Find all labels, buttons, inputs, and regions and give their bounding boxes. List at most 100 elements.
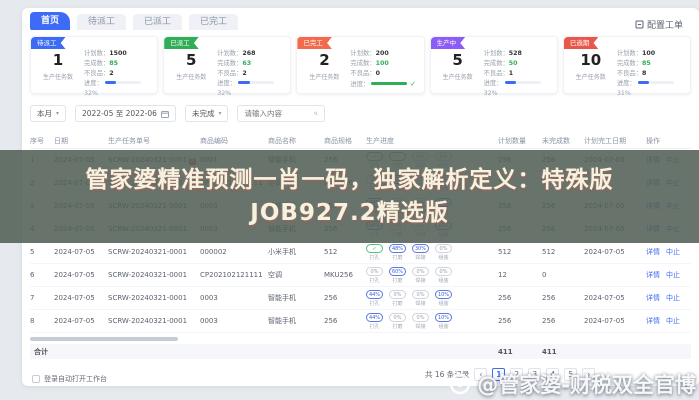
- column-header: 计划数量: [498, 136, 542, 146]
- progress-percent: 31%: [617, 90, 631, 97]
- stat-card-count-label: 生产任务数: [432, 72, 484, 81]
- status-select[interactable]: 未完成 ▾: [185, 105, 229, 122]
- total-unfinished-qty: 411: [542, 348, 584, 356]
- progress-percent: 32%: [84, 90, 98, 97]
- stat-card-count-label: 生产任务数: [565, 72, 617, 81]
- progress-step-badge: ✓: [366, 244, 383, 253]
- cell-no: 8: [30, 317, 54, 325]
- cell-progress: 44%打孔0%打磨0%焊接10%组装: [366, 313, 498, 330]
- cell-product-spec: 256: [324, 317, 366, 325]
- tab-0[interactable]: 首页: [30, 12, 70, 30]
- stat-card-count-label: 生产任务数: [298, 72, 350, 81]
- stat-line-value: 85: [642, 60, 651, 67]
- table-row: 62024-07-05SCRW-20240321-0001CP202102121…: [30, 264, 691, 287]
- cell-product-spec: 512: [324, 248, 366, 256]
- cell-product-code: 0003: [200, 317, 268, 325]
- stat-line: 计划数：200: [350, 49, 420, 59]
- stat-progress-line: 进度： 32%: [84, 79, 154, 99]
- detail-link[interactable]: 详情: [646, 271, 660, 279]
- progress-step-label: 打磨: [389, 323, 406, 330]
- column-header: 计划完工日期: [584, 136, 646, 146]
- stat-line-label: 计划数：: [350, 50, 375, 57]
- stat-line-value: 100: [376, 60, 389, 67]
- cell-product-name: 智能手机: [268, 316, 324, 326]
- stat-line: 完成数：63: [217, 59, 287, 69]
- auto-open-checkbox[interactable]: [32, 375, 40, 383]
- abort-link[interactable]: 中止: [666, 248, 680, 256]
- cell-product-spec: MKU256: [324, 271, 366, 279]
- stat-card-count-block: 1生产任务数: [32, 51, 84, 90]
- progress-step: 0%组装: [435, 267, 452, 284]
- abort-link[interactable]: 中止: [666, 294, 680, 302]
- progress-step-badge: 10%: [435, 313, 452, 322]
- progress-step: 0%打磨: [389, 313, 406, 330]
- progress-step: 44%打孔: [366, 313, 383, 330]
- column-header: 商品编码: [200, 136, 268, 146]
- column-header: 商品规格: [324, 136, 366, 146]
- stat-line-label: 进度：: [84, 80, 103, 87]
- cell-no: 6: [30, 271, 54, 279]
- progress-step-badge: 48%: [389, 244, 406, 253]
- total-plan-qty: 411: [498, 348, 542, 356]
- cell-progress: ✓打孔48%打磨30%焊接0%组装: [366, 244, 498, 261]
- progress-step: 0%焊接: [412, 313, 429, 330]
- config-order-label: 配置工单: [647, 18, 683, 31]
- cell-product-name: 智能手机: [268, 293, 324, 303]
- tab-bar: 首页待派工已派工已完工: [30, 12, 238, 30]
- stat-card-count: 1: [32, 51, 84, 69]
- detail-link[interactable]: 详情: [646, 248, 660, 256]
- progress-step-badge: 0%: [389, 313, 406, 322]
- stat-line-label: 进度：: [350, 81, 369, 88]
- progress-step-badge: 10%: [435, 290, 452, 299]
- config-order-button[interactable]: 配置工单: [635, 18, 683, 31]
- detail-link[interactable]: 详情: [646, 294, 660, 302]
- stat-line-label: 计划数：: [617, 50, 642, 57]
- stat-line: 不良品：8: [617, 69, 687, 79]
- progress-step: 10%组装: [435, 313, 452, 330]
- stat-line-value: 85: [109, 60, 118, 67]
- progress-step-badge: 0%: [412, 313, 429, 322]
- progress-step-badge: 30%: [412, 244, 429, 253]
- stat-line-value: 528: [509, 50, 522, 57]
- stat-line-value: 200: [376, 50, 389, 57]
- abort-link[interactable]: 中止: [666, 271, 680, 279]
- progress-step-label: 焊接: [412, 323, 429, 330]
- progress-bar-fill: [371, 82, 407, 85]
- progress-step: 0%组装: [435, 244, 452, 261]
- horizontal-scrollbar-thumb[interactable]: [30, 337, 178, 341]
- progress-bar: [638, 81, 674, 84]
- date-range-picker[interactable]: 2022-05 至 2022-06: [75, 105, 176, 122]
- search-icon[interactable]: [314, 109, 318, 118]
- tab-3[interactable]: 已完工: [189, 14, 238, 30]
- detail-link[interactable]: 详情: [646, 317, 660, 325]
- stat-card-count-block: 5生产任务数: [165, 51, 217, 90]
- cell-product-name: 小米手机: [268, 247, 324, 257]
- progress-step-label: 焊接: [412, 277, 429, 284]
- abort-link[interactable]: 中止: [666, 317, 680, 325]
- progress-step-label: 打孔: [366, 254, 383, 261]
- cell-date: 2024-07-05: [54, 294, 108, 302]
- progress-steps: 44%打孔0%打磨0%焊接10%组装: [366, 313, 495, 330]
- stat-card-count-label: 生产任务数: [165, 72, 217, 81]
- search-input[interactable]: [244, 109, 310, 118]
- stat-line: 不良品：2: [217, 69, 287, 79]
- stat-card-badge: 待派工: [31, 37, 66, 49]
- watermark-text: @管家婆-财税双全官博: [477, 369, 696, 399]
- period-value: 本月: [37, 108, 52, 119]
- progress-bar-fill: [238, 81, 250, 84]
- progress-step: 30%焊接: [412, 244, 429, 261]
- progress-bar: [371, 82, 407, 85]
- calendar-icon: [161, 110, 169, 118]
- stat-line: 计划数：100: [617, 49, 687, 59]
- chevron-down-icon: ▾: [218, 110, 221, 117]
- column-header: 日期: [54, 136, 108, 146]
- stat-card: 已完工2生产任务数计划数：200完成数：100不良品：0进度：✓: [296, 36, 424, 94]
- progress-steps: 44%打孔0%打磨0%焊接10%组装: [366, 290, 495, 307]
- tab-1[interactable]: 待派工: [77, 14, 126, 30]
- tab-2[interactable]: 已派工: [133, 14, 182, 30]
- cell-due-date: 2024-07-05: [584, 248, 646, 256]
- stat-card-badge: 生产中: [431, 37, 466, 49]
- cell-due-date: 2024-07-05: [584, 317, 646, 325]
- stat-card-badge: 已完工: [297, 37, 332, 49]
- period-select[interactable]: 本月 ▾: [30, 105, 66, 122]
